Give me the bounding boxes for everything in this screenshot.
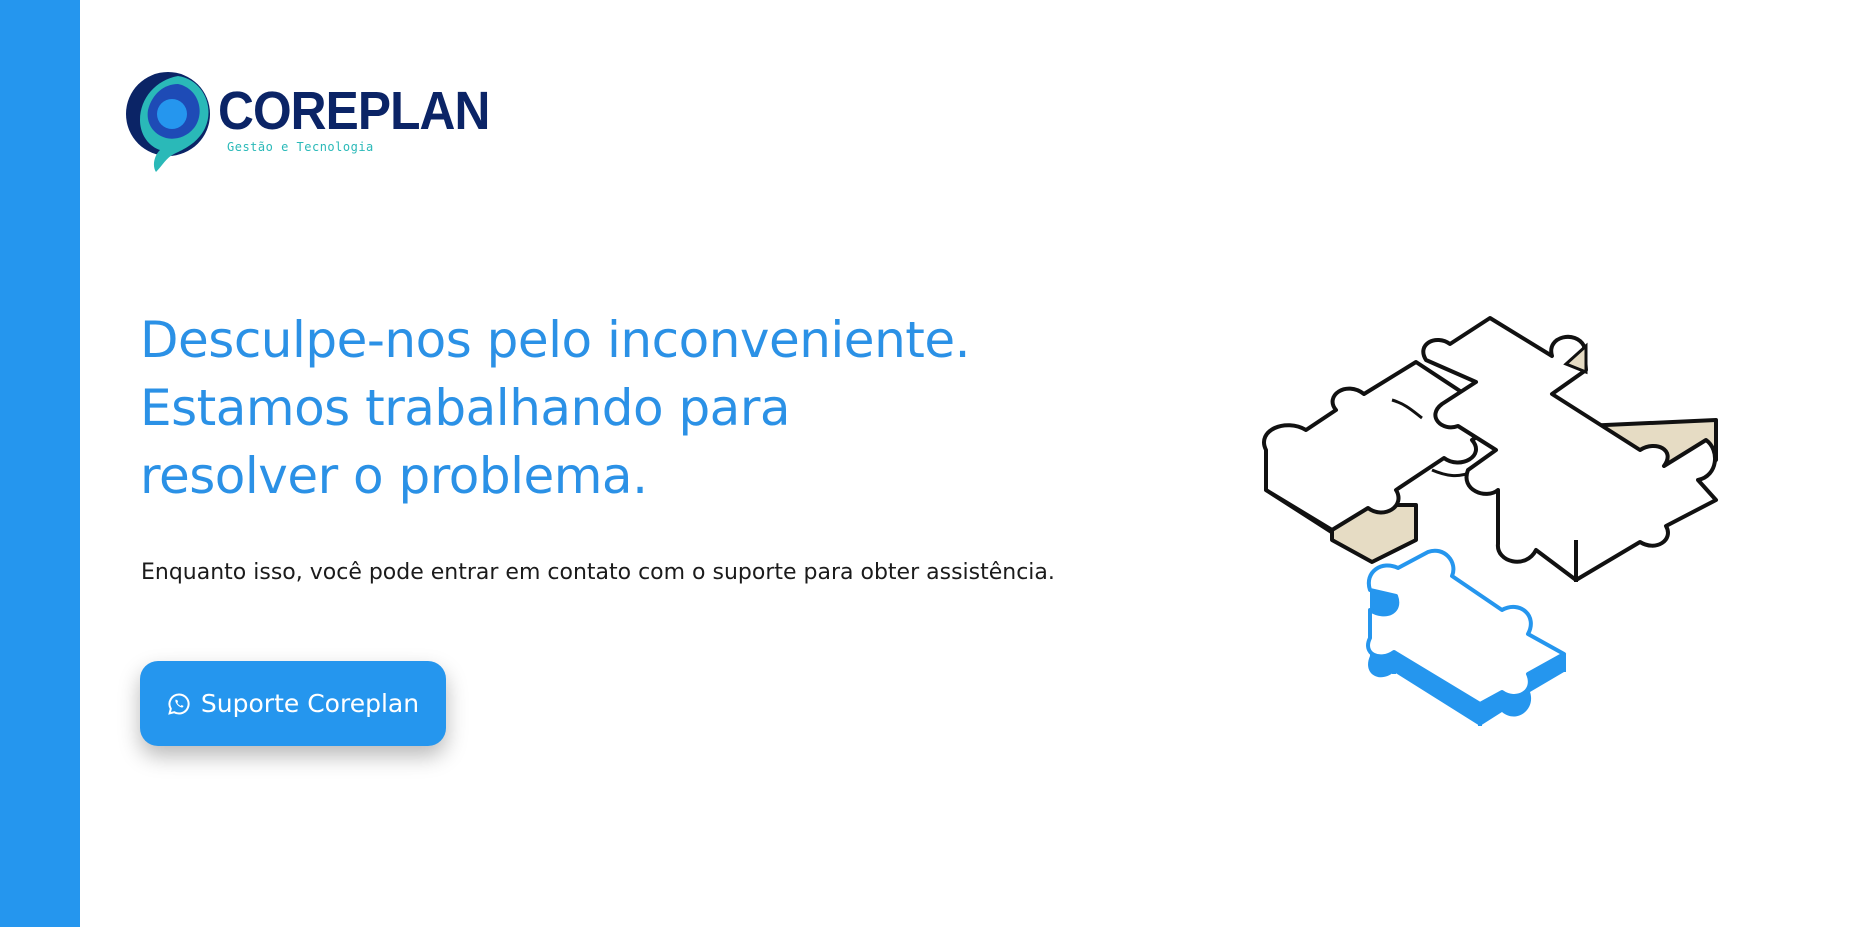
headline-line: Desculpe-nos pelo inconveniente. — [140, 311, 971, 369]
brand-name: COREPLAN — [218, 81, 490, 141]
headline-line: Estamos trabalhando para — [140, 379, 791, 437]
support-button-label: Suporte Coreplan — [200, 689, 420, 718]
headline-line: resolver o problema. — [140, 447, 648, 505]
coreplan-logo: COREPLAN Gestão e Tecnologia — [126, 70, 490, 176]
puzzle-piece-blue — [1366, 548, 1566, 726]
left-accent-bar — [0, 0, 80, 927]
support-coreplan-button[interactable]: Suporte Coreplan — [140, 661, 446, 746]
logo-mark-icon — [126, 72, 210, 172]
error-headline: Desculpe-nos pelo inconveniente. Estamos… — [140, 306, 1100, 510]
brand-tagline: Gestão e Tecnologia — [227, 140, 374, 154]
whatsapp-icon — [167, 692, 191, 716]
puzzle-pieces-illustration — [1246, 300, 1726, 730]
support-hint-text: Enquanto isso, você pode entrar em conta… — [141, 560, 1055, 585]
